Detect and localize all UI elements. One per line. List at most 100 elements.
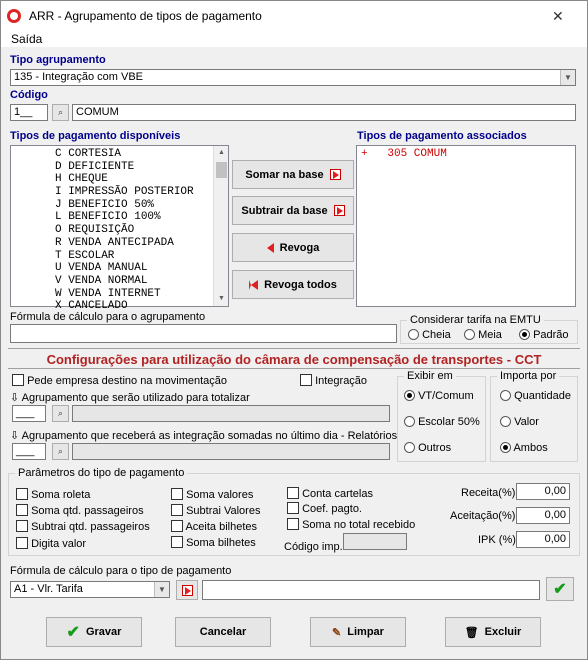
codigo-name-input[interactable]: COMUM (72, 104, 576, 121)
cct-banner: Configurações para utilização do câmara … (46, 352, 542, 367)
formula-tipo-select[interactable]: A1 - Vlr. Tarifa ▼ (10, 581, 170, 598)
soma-bilhetes-checkbox[interactable]: Soma bilhetes (171, 536, 256, 549)
pede-empresa-checkbox[interactable]: Pede empresa destino na movimentação (12, 374, 227, 387)
tarifa-label: Considerar tarifa na EMTU (407, 314, 544, 326)
ipk-input[interactable]: 0,00 (516, 531, 570, 548)
soma-qtd-passageiros-checkbox[interactable]: Soma qtd. passageiros (16, 504, 144, 517)
somar-label: Somar na base (245, 168, 324, 181)
exibir-label: Exibir em (404, 370, 456, 382)
soma-valores-checkbox[interactable]: Soma valores (171, 488, 253, 501)
arrow-first-icon (249, 279, 259, 290)
close-icon[interactable]: ✕ (552, 8, 564, 25)
chevron-down-icon[interactable]: ▼ (560, 70, 575, 85)
exibir-vt[interactable]: VT/Comum (404, 390, 474, 402)
list-item[interactable]: V VENDA NORMAL (55, 275, 194, 288)
excluir-label: Excluir (484, 626, 522, 638)
subtrai-qtd-passageiros-checkbox[interactable]: Subtrai qtd. passageiros (16, 520, 150, 533)
cancelar-label: Cancelar (199, 626, 247, 638)
agrup-totalizar-input[interactable]: ___ (12, 405, 46, 422)
scroll-thumb[interactable] (216, 162, 227, 178)
importa-ambos[interactable]: Ambos (500, 442, 548, 454)
trash-icon: 🗑 (464, 626, 479, 639)
agrup-integracao-label: ⇩ Agrupamento que receberá as integração… (10, 430, 398, 442)
list-item[interactable]: L BENEFICIO 100% (55, 211, 194, 224)
confirm-button[interactable]: ✔ (546, 577, 574, 601)
divider (8, 368, 580, 369)
formula-agrup-label: Fórmula de cálculo para o agrupamento (10, 311, 206, 323)
scrollbar[interactable]: ▲ ▼ (213, 146, 228, 306)
receita-input[interactable]: 0,00 (516, 483, 570, 500)
checkmark-icon: ✔ (66, 624, 80, 641)
list-item[interactable]: J BENEFICIO 50% (55, 199, 194, 212)
agrup-totalizar-label: ⇩ Agrupamento que serão utilizado para t… (10, 392, 250, 404)
revoga-todos-label: Revoga todos (264, 278, 337, 291)
importa-label: Importa por (497, 370, 560, 382)
somar-button[interactable]: Somar na base (232, 160, 354, 189)
list-item[interactable]: O REQUISIÇÃO (55, 224, 194, 237)
parametros-label: Parâmetros do tipo de pagamento (15, 467, 188, 479)
binoculars-icon[interactable]: ⌕ (52, 104, 69, 121)
aceitacao-label: Aceitação(%) (450, 510, 516, 522)
tarifa-cheia[interactable]: Cheia (408, 329, 451, 341)
integracao-checkbox[interactable]: Integração (300, 374, 367, 387)
revoga-todos-button[interactable]: Revoga todos (232, 270, 354, 299)
list-item[interactable]: C CORTESIA (55, 148, 194, 161)
tipo-agrupamento-select[interactable]: 135 - Integração com VBE ▼ (10, 69, 576, 86)
limpar-label: Limpar (347, 626, 384, 638)
agrup-integracao-desc (72, 443, 390, 460)
scroll-down-icon[interactable]: ▼ (214, 292, 229, 306)
divider (8, 348, 580, 349)
associados-list[interactable]: + 305 COMUM (356, 145, 576, 307)
gravar-button[interactable]: ✔ Gravar (46, 617, 142, 647)
soma-roleta-checkbox[interactable]: Soma roleta (16, 488, 90, 501)
digita-valor-checkbox[interactable]: Digita valor (16, 537, 86, 550)
arrow-right-icon (329, 169, 341, 180)
limpar-button[interactable]: ✎ Limpar (310, 617, 406, 647)
subtrai-valores-checkbox[interactable]: Subtrai Valores (171, 504, 260, 517)
aceitacao-input[interactable]: 0,00 (516, 507, 570, 524)
list-item[interactable]: W VENDA INTERNET (55, 288, 194, 301)
arrow-right-icon (333, 205, 345, 216)
apply-formula-button[interactable] (176, 580, 198, 600)
subtrair-label: Subtrair da base (241, 204, 328, 217)
exibir-outros[interactable]: Outros (404, 442, 451, 454)
disponiveis-label: Tipos de pagamento disponíveis (10, 130, 181, 142)
excluir-button[interactable]: 🗑 Excluir (445, 617, 541, 647)
coef-pagto-checkbox[interactable]: Coef. pagto. (287, 502, 362, 515)
tipo-agrupamento-label: Tipo agrupamento (10, 54, 106, 66)
list-item[interactable]: R VENDA ANTECIPADA (55, 237, 194, 250)
formula-tipo-input[interactable] (202, 580, 540, 600)
soma-total-recebido-checkbox[interactable]: Soma no total recebido (287, 518, 415, 531)
exibir-escolar[interactable]: Escolar 50% (404, 416, 480, 428)
aceita-bilhetes-checkbox[interactable]: Aceita bilhetes (171, 520, 257, 533)
formula-agrup-input[interactable] (10, 324, 397, 343)
revoga-button[interactable]: Revoga (232, 233, 354, 262)
eraser-icon: ✎ (332, 626, 342, 639)
chevron-down-icon[interactable]: ▼ (154, 582, 169, 597)
agrup-integracao-input[interactable]: ___ (12, 443, 46, 460)
list-item[interactable]: T ESCOLAR (55, 250, 194, 263)
binoculars-icon[interactable]: ⌕ (52, 405, 69, 422)
arrow-left-icon (266, 242, 274, 253)
codigo-input[interactable]: 1__ (10, 104, 48, 121)
codigo-label: Código (10, 89, 48, 101)
tarifa-meia[interactable]: Meia (464, 329, 502, 341)
window-title: ARR - Agrupamento de tipos de pagamento (29, 9, 262, 23)
cancelar-button[interactable]: Cancelar (175, 617, 271, 647)
subtrair-button[interactable]: Subtrair da base (232, 196, 354, 225)
list-item[interactable]: U VENDA MANUAL (55, 262, 194, 275)
checkmark-icon: ✔ (553, 581, 567, 598)
scroll-up-icon[interactable]: ▲ (214, 146, 229, 160)
associados-label: Tipos de pagamento associados (357, 130, 527, 142)
disponiveis-list[interactable]: C CORTESIA D DEFICIENTE H CHEQUE I IMPRESSÃ… (10, 145, 229, 312)
list-item[interactable]: I IMPRESSÃO POSTERIOR (55, 186, 194, 199)
binoculars-icon[interactable]: ⌕ (52, 443, 69, 460)
importa-quantidade[interactable]: Quantidade (500, 390, 571, 402)
tarifa-padrao[interactable]: Padrão (519, 329, 569, 341)
menu-saida[interactable]: Saída (11, 32, 42, 46)
importa-valor[interactable]: Valor (500, 416, 539, 428)
list-item[interactable]: H CHEQUE (55, 173, 194, 186)
conta-cartelas-checkbox[interactable]: Conta cartelas (287, 487, 373, 500)
list-item[interactable]: + 305 COMUM (361, 148, 447, 160)
list-item[interactable]: D DEFICIENTE (55, 161, 194, 174)
